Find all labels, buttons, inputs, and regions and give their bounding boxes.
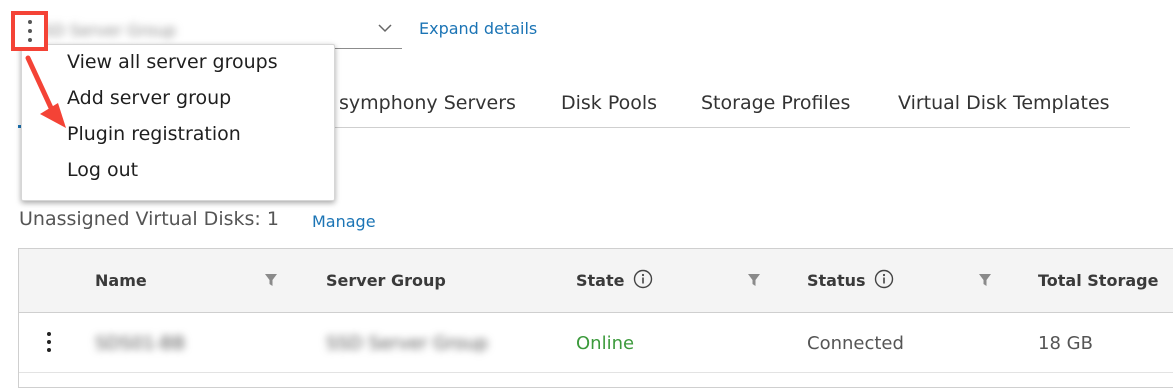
unassigned-virtual-disks-count: Unassigned Virtual Disks: 1 <box>19 208 279 230</box>
tab-disk-pools[interactable]: Disk Pools <box>561 92 657 114</box>
info-icon[interactable] <box>633 269 653 289</box>
grid-header: Name Server Group State Status Total Sto… <box>19 249 1173 313</box>
column-header-total-storage[interactable]: Total Storage <box>1038 271 1158 290</box>
server-group-value: SSD Server Group <box>32 21 176 40</box>
more-vertical-icon <box>27 20 32 42</box>
tab-storage-profiles[interactable]: Storage Profiles <box>701 92 850 114</box>
chevron-down-icon <box>378 24 392 33</box>
manage-link[interactable]: Manage <box>312 212 376 231</box>
expand-details-link[interactable]: Expand details <box>419 19 537 38</box>
menu-item-view-all-server-groups[interactable]: View all server groups <box>67 51 278 73</box>
menu-item-add-server-group[interactable]: Add server group <box>67 87 231 109</box>
filter-icon[interactable] <box>747 273 761 287</box>
column-header-status[interactable]: Status <box>807 271 866 290</box>
table-row[interactable]: SDS01-BB SSD Server Group Online Connect… <box>19 312 1173 373</box>
cell-state: Online <box>576 333 635 354</box>
virtual-disks-grid: Name Server Group State Status Total Sto… <box>18 248 1173 388</box>
row-actions-icon[interactable] <box>47 332 51 352</box>
global-actions-button[interactable] <box>11 11 48 51</box>
column-header-state[interactable]: State <box>576 271 624 290</box>
info-icon[interactable] <box>874 269 894 289</box>
cell-server-group: SSD Server Group <box>326 333 488 354</box>
cell-name: SDS01-BB <box>95 333 186 354</box>
menu-item-plugin-registration[interactable]: Plugin registration <box>67 123 241 145</box>
global-actions-menu: View all server groups Add server group … <box>21 44 335 201</box>
column-header-name[interactable]: Name <box>95 271 147 290</box>
column-header-server-group[interactable]: Server Group <box>326 271 446 290</box>
tab-virtual-disk-templates[interactable]: Virtual Disk Templates <box>898 92 1110 114</box>
cell-total-storage: 18 GB <box>1038 333 1093 354</box>
filter-icon[interactable] <box>978 273 992 287</box>
filter-icon[interactable] <box>264 273 278 287</box>
cell-status: Connected <box>807 333 904 354</box>
tab-symphony-servers[interactable]: symphony Servers <box>339 92 516 114</box>
menu-item-log-out[interactable]: Log out <box>67 159 138 181</box>
